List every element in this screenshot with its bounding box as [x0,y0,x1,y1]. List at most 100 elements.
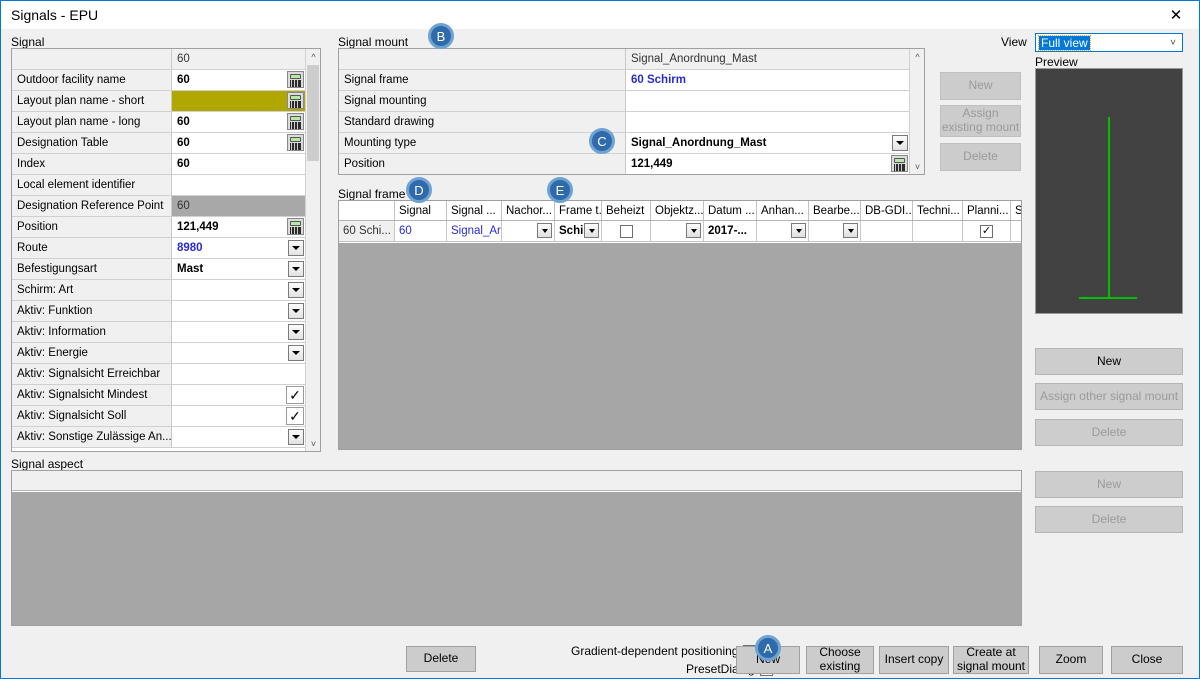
signal-frame-cell[interactable]: Signal_Ar [447,221,502,241]
signal-grid-row-value[interactable]: 8980 [172,238,305,258]
calculator-icon[interactable] [287,134,304,151]
signal-grid-row[interactable]: Outdoor facility name 60 [12,70,305,91]
mount-new-button[interactable]: New [940,72,1021,100]
beheizt-checkbox[interactable] [619,224,633,238]
choose-existing-button[interactable]: Choose existing [806,645,874,674]
mount-delete-button[interactable]: Delete [940,143,1021,171]
chevron-down-icon[interactable] [288,240,304,256]
chevron-down-icon[interactable] [791,223,806,238]
mount-grid-scrollbar[interactable]: ^ ˅ [909,49,924,174]
signal-grid-row[interactable]: Route 8980 [12,238,305,259]
calculator-icon[interactable] [287,92,304,109]
view-select[interactable]: Full view ˅ [1035,33,1183,52]
calculator-icon[interactable] [891,155,908,172]
signal-grid-row-value[interactable] [172,343,305,363]
signal-grid-row[interactable]: Schirm: Art [12,280,305,301]
signal-grid-row-value[interactable] [172,175,305,195]
signal-grid-row-value[interactable] [172,301,305,321]
mount-grid-row-value[interactable] [626,112,909,132]
signal-grid-row-value[interactable]: ✓ [172,406,305,426]
signal-mount-new-button[interactable]: New [1035,348,1183,375]
signal-grid-row-value[interactable]: ✓ [172,385,305,405]
mount-grid-row[interactable]: Standard drawing [339,112,909,133]
signal-frame-column-header[interactable]: Planni... [963,201,1011,220]
chevron-down-icon[interactable] [288,345,304,361]
signal-frame-column-header[interactable]: DB-GDI... [861,201,913,220]
signal-grid-row-value[interactable]: Mast [172,259,305,279]
signal-frame-column-header[interactable]: Signal ... [447,201,502,220]
chevron-down-icon[interactable] [686,223,701,238]
signal-grid-row[interactable]: Layout plan name - short [12,91,305,112]
signal-grid-row[interactable]: Aktiv: Energie [12,343,305,364]
signal-grid-row[interactable]: Aktiv: Funktion [12,301,305,322]
signal-grid-row[interactable]: Designation Table 60 [12,133,305,154]
chevron-down-icon[interactable] [892,135,908,151]
signal-grid-row-value[interactable]: 60 [172,70,305,90]
signal-grid-row-value[interactable]: 121,449 [172,217,305,237]
chevron-down-icon[interactable] [288,261,304,277]
signal-frame-cell[interactable] [1011,221,1021,241]
signal-frame-cell[interactable]: 60 [395,221,447,241]
signal-aspect-grid[interactable] [11,470,1022,626]
mount-grid-row[interactable]: Position 121,449 [339,154,909,174]
signal-frame-cell[interactable] [913,221,963,241]
signal-mount-delete-button[interactable]: Delete [1035,419,1183,446]
chevron-down-icon[interactable] [288,282,304,298]
signal-grid-row[interactable]: Aktiv: Signalsicht Mindest ✓ [12,385,305,406]
chevron-down-icon[interactable] [537,223,552,238]
signal-frame-cell[interactable] [502,221,555,241]
signal-grid-row-value[interactable] [172,427,305,447]
signal-frame-column-header[interactable]: Beheizt [602,201,651,220]
check-icon[interactable]: ✓ [286,407,304,425]
planning-checkbox[interactable]: ✓ [980,224,993,238]
gradient-dependent-positioning-row[interactable]: Gradient-dependent positioning [571,644,757,658]
mount-grid-row[interactable]: Mounting type Signal_Anordnung_Mast [339,133,909,154]
calculator-icon[interactable] [287,113,304,130]
signal-frame-column-header[interactable]: Signal [395,201,447,220]
signal-frame-column-header[interactable]: Bearbe... [809,201,861,220]
scroll-up-icon[interactable]: ^ [910,49,924,64]
signal-grid-row-value[interactable]: 60 [172,133,305,153]
signal-frame-column-header[interactable]: Frame t... [555,201,602,220]
signal-grid-scrollbar[interactable]: ^ ˅ [305,49,320,451]
zoom-button[interactable]: Zoom [1039,646,1103,674]
signal-frame-cell[interactable]: 60 Schi... [339,221,395,241]
close-icon[interactable]: ✕ [1153,1,1199,29]
aspect-delete-button[interactable]: Delete [1035,506,1183,533]
signal-frame-column-header[interactable]: Objektz... [651,201,704,220]
signal-frame-column-header[interactable]: Datum ... [704,201,757,220]
signal-frame-grid[interactable]: SignalSignal ...Nachor...Frame t...Behei… [338,200,1022,450]
aspect-new-button[interactable]: New [1035,471,1183,498]
chevron-down-icon[interactable] [843,223,858,238]
signal-grid-row[interactable]: Aktiv: Sonstige Zulässige An... [12,427,305,448]
check-icon[interactable]: ✓ [286,386,304,404]
create-at-signal-mount-button[interactable]: Create at signal mount [953,645,1029,674]
scroll-down-icon[interactable]: ˅ [306,436,320,451]
chevron-down-icon[interactable] [288,429,304,445]
signal-frame-cell[interactable] [757,221,809,241]
signal-property-grid[interactable]: 60 Outdoor facility name 60 Layout plan na… [11,48,321,452]
mount-grid-row[interactable]: Signal mounting [339,91,909,112]
signal-grid-row[interactable]: Index 60 [12,154,305,175]
signal-grid-row-value[interactable] [172,91,305,111]
signal-frame-cell[interactable] [861,221,913,241]
signal-grid-row[interactable]: Local element identifier [12,175,305,196]
signal-grid-row[interactable]: Aktiv: Information [12,322,305,343]
signal-grid-row[interactable]: Aktiv: Signalsicht Erreichbar [12,364,305,385]
signal-grid-row[interactable]: Befestigungsart Mast [12,259,305,280]
signal-grid-row[interactable]: Designation Reference Point 60 [12,196,305,217]
mount-grid-row[interactable]: Signal frame 60 Schirm [339,70,909,91]
calculator-icon[interactable] [287,71,304,88]
mount-grid-row-value[interactable] [626,91,909,111]
signal-frame-column-header[interactable] [339,201,395,220]
signal-mount-property-grid[interactable]: Signal_Anordnung_Mast Signal frame 60 Sch… [338,48,925,175]
signal-frame-cell[interactable]: 2017-... [704,221,757,241]
scroll-down-icon[interactable]: ˅ [910,159,924,174]
signal-grid-row[interactable]: Aktiv: Signalsicht Soll ✓ [12,406,305,427]
mount-grid-row-value[interactable]: Signal_Anordnung_Mast [626,133,909,153]
mount-grid-row-value[interactable]: 121,449 [626,154,909,174]
signal-frame-cell[interactable] [602,221,651,241]
mount-grid-row-value[interactable]: 60 Schirm [626,70,909,90]
signal-frame-cell[interactable]: ✓ [963,221,1011,241]
calculator-icon[interactable] [287,218,304,235]
